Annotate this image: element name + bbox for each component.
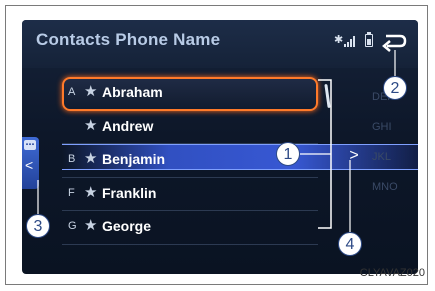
figure-caption: CLYAVAZ020 — [359, 267, 425, 279]
callout-2: 2 — [383, 76, 407, 100]
callout-4: 4 — [338, 232, 362, 256]
callout-3: 3 — [26, 214, 50, 238]
callout-lines — [37, 50, 396, 232]
callout-1: 1 — [276, 142, 300, 166]
